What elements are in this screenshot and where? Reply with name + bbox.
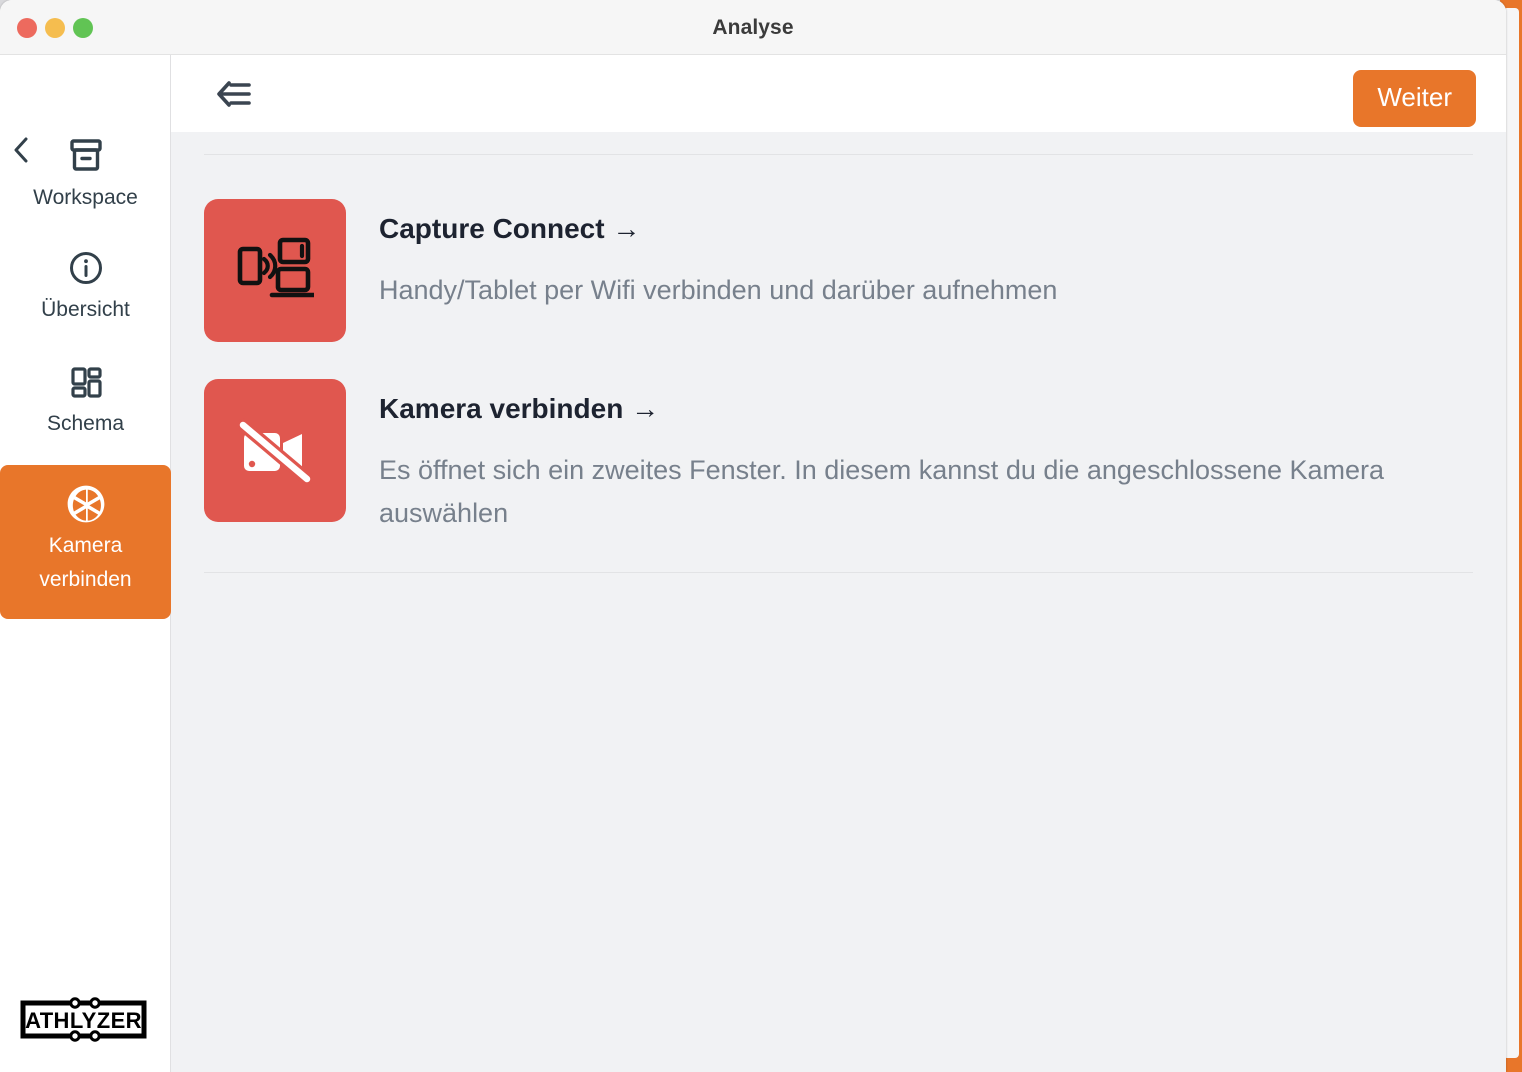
devices-wireless-cast-icon: [204, 199, 346, 342]
camera-off-icon: [204, 379, 346, 522]
arrow-right-icon: →: [612, 213, 641, 244]
app-window: Analyse Workspace Übersicht Schema Kamer…: [0, 0, 1506, 1072]
option-description: Es öffnet sich ein zweites Fenster. In d…: [379, 455, 1385, 529]
sidebar-item-label: Schema: [46, 412, 125, 435]
main-pane: Weiter Capture Connect → Handy/Tablet pe…: [171, 55, 1506, 1072]
divider-bottom: [204, 571, 1473, 573]
weiter-button[interactable]: Weiter: [1353, 70, 1476, 127]
option-capture-connect[interactable]: Capture Connect → Handy/Tablet per Wifi …: [204, 199, 1473, 342]
grid-layout-icon: [66, 359, 106, 405]
archive-box-icon: [65, 133, 107, 179]
title-bar: Analyse: [0, 0, 1506, 55]
sidebar: Workspace Übersicht Schema Kamera verbin…: [0, 55, 171, 1072]
athlyzer-logo: ATHLYZER: [12, 997, 155, 1042]
option-title: Kamera verbinden →: [379, 393, 1439, 425]
back-chevron-icon[interactable]: [8, 135, 34, 165]
sidebar-item-label: Workspace: [33, 186, 138, 209]
sidebar-item-uebersicht[interactable]: Übersicht: [0, 237, 171, 351]
option-kamera-verbinden[interactable]: Kamera verbinden → Es öffnet sich ein zw…: [204, 379, 1473, 536]
option-title: Capture Connect →: [379, 213, 1057, 245]
content-panel: Capture Connect → Handy/Tablet per Wifi …: [171, 132, 1506, 1072]
arrow-left-lines-icon[interactable]: [214, 55, 254, 132]
option-list: Capture Connect → Handy/Tablet per Wifi …: [204, 155, 1473, 572]
toolbar: Weiter: [171, 55, 1506, 132]
sidebar-item-label: Übersicht: [41, 298, 130, 321]
option-title-text: Kamera verbinden: [379, 393, 624, 424]
sidebar-item-kamera-verbinden[interactable]: Kamera verbinden: [0, 465, 171, 619]
arrow-right-icon: →: [631, 393, 660, 424]
window-body: Workspace Übersicht Schema Kamera verbin…: [0, 55, 1506, 1072]
sidebar-item-label-line2: verbinden: [39, 568, 132, 591]
sidebar-item-label-line1: Kamera: [48, 534, 123, 557]
window-title: Analyse: [712, 15, 794, 39]
sidebar-item-label: Kamera verbinden: [39, 529, 131, 597]
sidebar-item-schema[interactable]: Schema: [0, 351, 171, 465]
camera-aperture-icon: [65, 481, 107, 527]
option-text: Kamera verbinden → Es öffnet sich ein zw…: [379, 379, 1439, 536]
option-text: Capture Connect → Handy/Tablet per Wifi …: [379, 199, 1057, 312]
option-description: Handy/Tablet per Wifi verbinden und darü…: [379, 275, 1058, 306]
option-title-text: Capture Connect: [379, 213, 605, 244]
athlyzer-logo-text: ATHLYZER: [25, 1008, 142, 1033]
info-circle-icon: [66, 245, 106, 291]
